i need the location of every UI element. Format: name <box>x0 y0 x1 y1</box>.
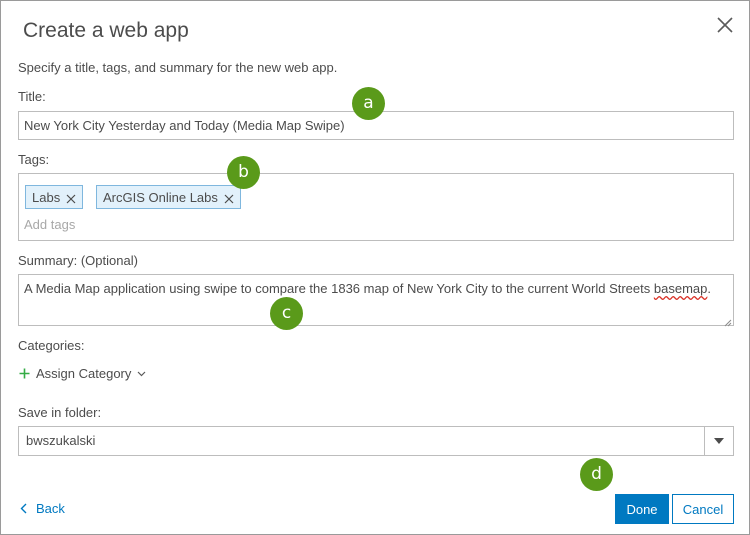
resize-grip-icon[interactable] <box>723 315 732 327</box>
misspelled-word: basemap <box>653 281 708 296</box>
categories-label: Categories: <box>18 338 85 353</box>
plus-icon <box>19 368 30 379</box>
title-label: Title: <box>18 89 46 104</box>
summary-text: A Media Map application using swipe to c… <box>24 281 654 296</box>
summary-text-end: . <box>707 281 711 296</box>
remove-tag-icon[interactable] <box>66 192 76 204</box>
close-button[interactable] <box>715 15 735 35</box>
tags-input[interactable]: Labs ArcGIS Online Labs Add tags <box>18 173 734 241</box>
add-tags-placeholder[interactable]: Add tags <box>24 217 75 232</box>
remove-tag-icon[interactable] <box>224 192 234 204</box>
summary-textarea[interactable]: A Media Map application using swipe to c… <box>18 274 734 327</box>
callout-a: a <box>352 87 385 120</box>
tags-label: Tags: <box>18 152 50 167</box>
chevron-left-icon <box>20 503 27 514</box>
tag-label: ArcGIS Online Labs <box>103 189 218 205</box>
assign-category-label: Assign Category <box>36 366 132 381</box>
callout-d: d <box>580 458 613 491</box>
assign-category-button[interactable]: Assign Category <box>19 366 146 381</box>
cancel-button[interactable]: Cancel <box>672 494 734 524</box>
folder-label: Save in folder: <box>18 405 102 420</box>
dropdown-arrow-icon[interactable] <box>704 427 733 455</box>
callout-c: c <box>270 297 303 330</box>
folder-value: bwszukalski <box>26 433 96 448</box>
chevron-down-icon <box>137 371 146 376</box>
tag-labs: Labs <box>25 185 84 209</box>
back-label: Back <box>36 501 65 516</box>
summary-label: Summary: (Optional) <box>18 253 138 268</box>
dialog-intro: Specify a title, tags, and summary for t… <box>18 60 338 75</box>
folder-select[interactable]: bwszukalski <box>18 426 734 456</box>
callout-b: b <box>227 156 260 189</box>
dialog-title: Create a web app <box>23 19 189 42</box>
tag-arcgis-online-labs: ArcGIS Online Labs <box>96 185 241 209</box>
back-button[interactable]: Back <box>20 501 65 516</box>
close-icon <box>717 17 733 33</box>
create-web-app-dialog: Create a web app Specify a title, tags, … <box>0 0 750 535</box>
done-button[interactable]: Done <box>615 494 669 524</box>
tag-label: Labs <box>32 189 61 205</box>
